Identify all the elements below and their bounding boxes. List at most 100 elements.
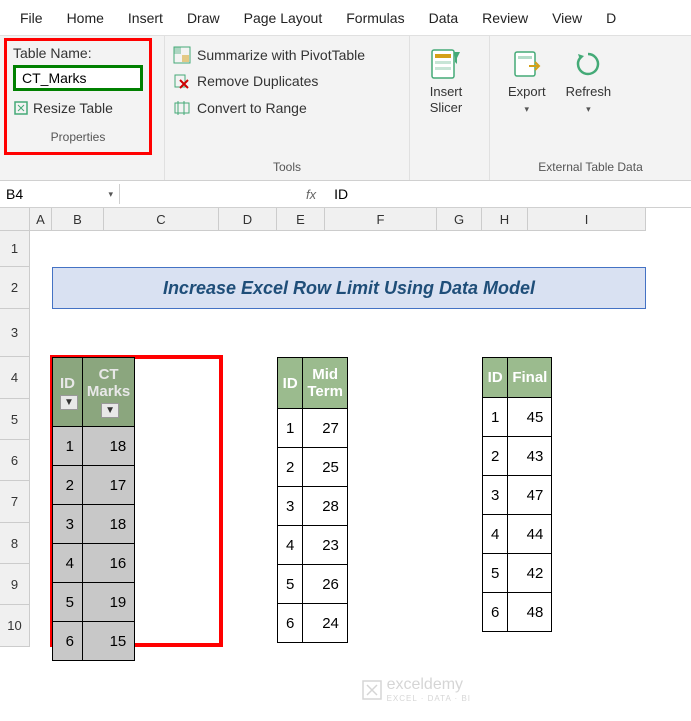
table-cell[interactable]: 5 [53, 583, 83, 622]
table-cell[interactable]: 1 [278, 409, 303, 448]
table-header[interactable]: Mid Term [303, 358, 348, 409]
tab-view[interactable]: View [540, 2, 594, 34]
export-button[interactable]: Export▾ [498, 42, 556, 119]
column-header-I[interactable]: I [528, 208, 646, 231]
table-cell[interactable]: 3 [483, 476, 508, 515]
table-cell[interactable]: 17 [82, 466, 134, 505]
column-header-D[interactable]: D [219, 208, 277, 231]
final-table[interactable]: IDFinal145243347444542648 [482, 357, 552, 632]
row-header-8[interactable]: 8 [0, 523, 30, 564]
table-cell[interactable]: 6 [278, 604, 303, 643]
table-cell[interactable]: 43 [508, 437, 552, 476]
table-cell[interactable]: 18 [82, 427, 134, 466]
tab-review[interactable]: Review [470, 2, 540, 34]
convert-range-button[interactable]: Convert to Range [173, 99, 365, 117]
table-cell[interactable]: 4 [483, 515, 508, 554]
duplicates-icon [173, 72, 191, 90]
table-cell[interactable]: 18 [82, 505, 134, 544]
watermark: exceldemy EXCEL · DATA · BI [361, 676, 471, 703]
table-header[interactable]: CT Marks▼ [82, 358, 134, 427]
table-cell[interactable]: 1 [53, 427, 83, 466]
row-header-3[interactable]: 3 [0, 309, 30, 357]
table-cell[interactable]: 3 [53, 505, 83, 544]
tab-insert[interactable]: Insert [116, 2, 175, 34]
table-header[interactable]: Final [508, 358, 552, 398]
ct-marks-table[interactable]: ID▼CT Marks▼118217318416519615 [52, 357, 135, 661]
table-cell[interactable]: 2 [53, 466, 83, 505]
column-header-F[interactable]: F [325, 208, 437, 231]
row-headers: 12345678910 [0, 231, 30, 647]
table-cell[interactable]: 6 [483, 593, 508, 632]
table-cell[interactable]: 44 [508, 515, 552, 554]
table-header[interactable]: ID▼ [53, 358, 83, 427]
table-name-input[interactable] [13, 65, 143, 91]
summarize-pivot-button[interactable]: Summarize with PivotTable [173, 46, 365, 64]
resize-icon [13, 99, 29, 116]
name-box[interactable]: B4 ▾ [0, 184, 120, 204]
tab-file[interactable]: File [8, 2, 55, 34]
refresh-button[interactable]: Refresh▾ [556, 42, 622, 119]
resize-label: Resize Table [33, 100, 113, 116]
external-group-label: External Table Data [498, 156, 683, 178]
table-cell[interactable]: 23 [303, 526, 348, 565]
pivot-label: Summarize with PivotTable [197, 47, 365, 63]
resize-table-button[interactable]: Resize Table [13, 99, 143, 116]
row-header-6[interactable]: 6 [0, 440, 30, 481]
table-cell[interactable]: 47 [508, 476, 552, 515]
table-cell[interactable]: 26 [303, 565, 348, 604]
tab-data[interactable]: Data [417, 2, 471, 34]
table-cell[interactable]: 6 [53, 622, 83, 661]
insert-slicer-button[interactable]: InsertSlicer [418, 42, 474, 119]
column-header-A[interactable]: A [30, 208, 52, 231]
row-header-9[interactable]: 9 [0, 564, 30, 605]
column-header-G[interactable]: G [437, 208, 482, 231]
chevron-down-icon: ▾ [525, 104, 530, 114]
table-cell[interactable]: 45 [508, 398, 552, 437]
table-cell[interactable]: 27 [303, 409, 348, 448]
table-cell[interactable]: 5 [278, 565, 303, 604]
tab-home[interactable]: Home [55, 2, 116, 34]
chevron-down-icon: ▾ [108, 189, 113, 200]
table-cell[interactable]: 4 [278, 526, 303, 565]
formula-value[interactable]: ID [324, 186, 348, 202]
select-all-corner[interactable] [0, 208, 30, 231]
table-cell[interactable]: 2 [278, 448, 303, 487]
column-header-E[interactable]: E [277, 208, 325, 231]
row-header-5[interactable]: 5 [0, 399, 30, 440]
range-icon [173, 99, 191, 117]
row-header-7[interactable]: 7 [0, 481, 30, 523]
column-header-B[interactable]: B [52, 208, 104, 231]
filter-dropdown-icon[interactable]: ▼ [60, 395, 78, 410]
table-cell[interactable]: 42 [508, 554, 552, 593]
table-cell[interactable]: 5 [483, 554, 508, 593]
table-cell[interactable]: 4 [53, 544, 83, 583]
table-cell[interactable]: 1 [483, 398, 508, 437]
table-cell[interactable]: 48 [508, 593, 552, 632]
table-cell[interactable]: 19 [82, 583, 134, 622]
tab-page-layout[interactable]: Page Layout [232, 2, 335, 34]
table-cell[interactable]: 25 [303, 448, 348, 487]
fx-icon[interactable]: fx [306, 187, 316, 202]
tab-more[interactable]: D [594, 2, 628, 34]
row-header-10[interactable]: 10 [0, 605, 30, 647]
table-header[interactable]: ID [483, 358, 508, 398]
column-header-H[interactable]: H [482, 208, 528, 231]
properties-group-label: Properties [13, 126, 143, 148]
tab-draw[interactable]: Draw [175, 2, 232, 34]
table-cell[interactable]: 24 [303, 604, 348, 643]
table-cell[interactable]: 3 [278, 487, 303, 526]
table-cell[interactable]: 15 [82, 622, 134, 661]
table-cell[interactable]: 28 [303, 487, 348, 526]
row-header-4[interactable]: 4 [0, 357, 30, 399]
mid-term-table[interactable]: IDMid Term127225328423526624 [277, 357, 348, 643]
filter-dropdown-icon[interactable]: ▼ [101, 403, 119, 418]
table-cell[interactable]: 2 [483, 437, 508, 476]
row-header-1[interactable]: 1 [0, 231, 30, 267]
refresh-icon [570, 46, 606, 82]
table-cell[interactable]: 16 [82, 544, 134, 583]
table-header[interactable]: ID [278, 358, 303, 409]
column-header-C[interactable]: C [104, 208, 219, 231]
remove-duplicates-button[interactable]: Remove Duplicates [173, 72, 365, 90]
row-header-2[interactable]: 2 [0, 267, 30, 309]
tab-formulas[interactable]: Formulas [334, 2, 416, 34]
